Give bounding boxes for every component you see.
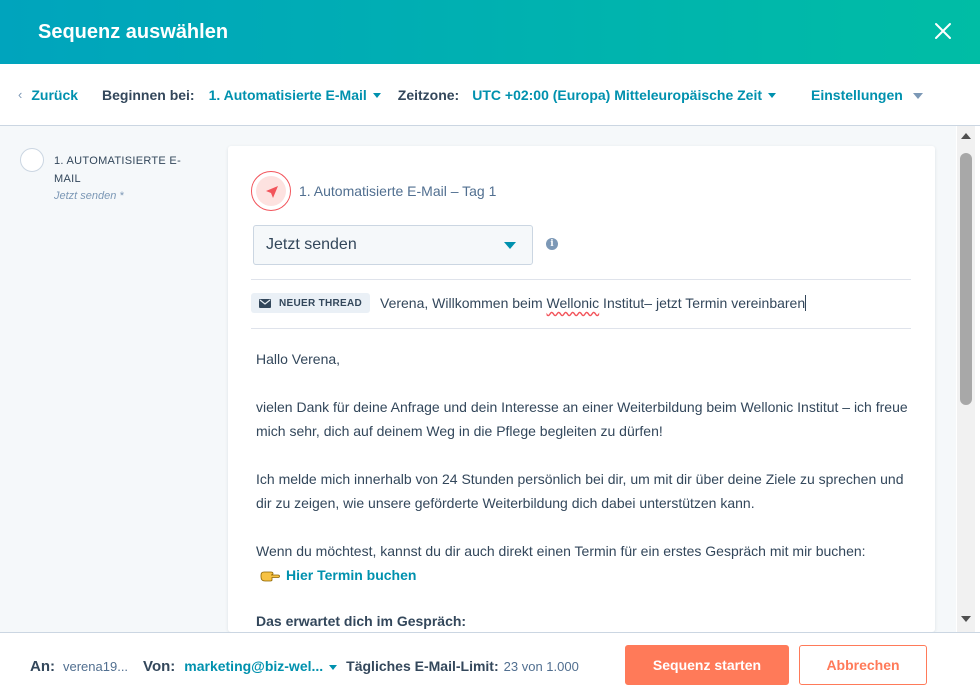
info-icon[interactable]: i — [546, 238, 558, 250]
caret-down-icon — [912, 92, 923, 99]
from-label: Von: — [143, 657, 176, 675]
divider — [251, 328, 911, 329]
sequence-toolbar: ‹ Zurück Beginnen bei: 1. Automatisierte… — [0, 64, 980, 126]
new-thread-label: NEUER THREAD — [279, 297, 363, 309]
limit-label: Tägliches E-Mail-Limit: — [346, 658, 499, 674]
steps-sidebar: 1. AUTOMATISIERTE E-MAIL Jetzt senden * — [0, 126, 226, 632]
paper-plane-icon — [266, 186, 278, 198]
step-title: 1. AUTOMATISIERTE E-MAIL — [54, 155, 182, 185]
email-paragraph: vielen Dank für deine Anfrage und dein I… — [256, 399, 908, 439]
email-step-header: 1. Automatisierte E-Mail – Tag 1 — [251, 171, 496, 211]
back-label: Zurück — [31, 86, 79, 103]
settings-label: Einstellungen — [811, 86, 903, 103]
step-subtitle: Jetzt senden * — [54, 190, 124, 202]
timezone-value: UTC +02:00 (Europa) Mitteleuropäische Ze… — [472, 86, 763, 103]
scrollbar[interactable] — [957, 126, 975, 632]
chevron-left-icon: ‹ — [18, 87, 23, 102]
close-icon[interactable] — [932, 20, 954, 42]
subject-misspelled-word: Wellonic — [546, 295, 600, 311]
email-paragraph: Wenn du möchtest, kannst du dir auch dir… — [256, 543, 866, 559]
caret-down-icon — [329, 664, 338, 670]
email-greeting: Hallo Verena, — [256, 351, 341, 367]
new-thread-badge: NEUER THREAD — [251, 293, 371, 313]
sidebar-step-1[interactable]: 1. AUTOMATISIERTE E-MAIL Jetzt senden * — [20, 148, 194, 204]
timezone-label: Zeitzone: — [397, 86, 460, 103]
dropdown-arrow-icon — [504, 242, 516, 249]
email-body-editor[interactable]: Hallo Verena, vielen Dank für deine Anfr… — [256, 347, 916, 632]
cancel-button[interactable]: Abbrechen — [799, 645, 927, 685]
timezone-dropdown[interactable]: UTC +02:00 (Europa) Mitteleuropäische Ze… — [472, 86, 777, 103]
email-step-label: 1. Automatisierte E-Mail – Tag 1 — [299, 183, 497, 199]
envelope-icon — [259, 298, 271, 308]
start-step-value: 1. Automatisierte E-Mail — [208, 86, 367, 103]
scroll-down-arrow-icon[interactable] — [961, 616, 971, 622]
settings-dropdown[interactable]: Einstellungen — [811, 87, 923, 103]
subject-input[interactable]: Verena, Willkommen beim Wellonic Institu… — [380, 295, 807, 311]
back-button[interactable]: ‹ Zurück — [18, 87, 78, 103]
subject-part: Institut– jetzt Termin vereinbaren — [599, 295, 806, 311]
text-cursor — [805, 295, 807, 311]
start-label: Beginnen bei: — [102, 86, 195, 103]
caret-down-icon — [768, 93, 777, 98]
to-value: verena19... — [63, 658, 129, 674]
send-time-value: Jetzt senden — [266, 236, 357, 253]
start-step-dropdown[interactable]: 1. Automatisierte E-Mail — [209, 87, 381, 103]
divider — [251, 279, 911, 280]
step-status-circle — [20, 148, 44, 172]
scrollbar-thumb[interactable] — [960, 153, 972, 405]
dialog-title: Sequenz auswählen — [38, 20, 229, 43]
dialog-footer: An: verena19... Von: marketing@biz-wel..… — [0, 632, 980, 699]
to-label: An: — [30, 657, 55, 675]
email-section-heading: Das erwartet dich im Gespräch: — [256, 613, 467, 629]
dialog-header: Sequenz auswählen — [0, 0, 980, 64]
book-appointment-link[interactable]: Hier Termin buchen — [286, 563, 416, 587]
from-dropdown[interactable]: marketing@biz-wel... — [184, 658, 338, 674]
pointing-hand-icon — [260, 571, 280, 582]
scroll-up-arrow-icon[interactable] — [961, 133, 971, 139]
start-sequence-button[interactable]: Sequenz starten — [625, 645, 789, 685]
email-paragraph: Ich melde mich innerhalb von 24 Stunden … — [256, 471, 904, 511]
from-value: marketing@biz-wel... — [184, 658, 324, 674]
caret-down-icon — [372, 93, 381, 98]
email-card: 1. Automatisierte E-Mail – Tag 1 Jetzt s… — [228, 146, 935, 632]
send-icon-wrapper — [251, 171, 291, 211]
subject-part: Verena, Willkommen beim — [380, 295, 547, 311]
booking-link-line: Hier Termin buchen — [256, 563, 916, 587]
limit-value: 23 von 1.000 — [503, 658, 579, 674]
send-time-select[interactable]: Jetzt senden — [253, 225, 533, 265]
